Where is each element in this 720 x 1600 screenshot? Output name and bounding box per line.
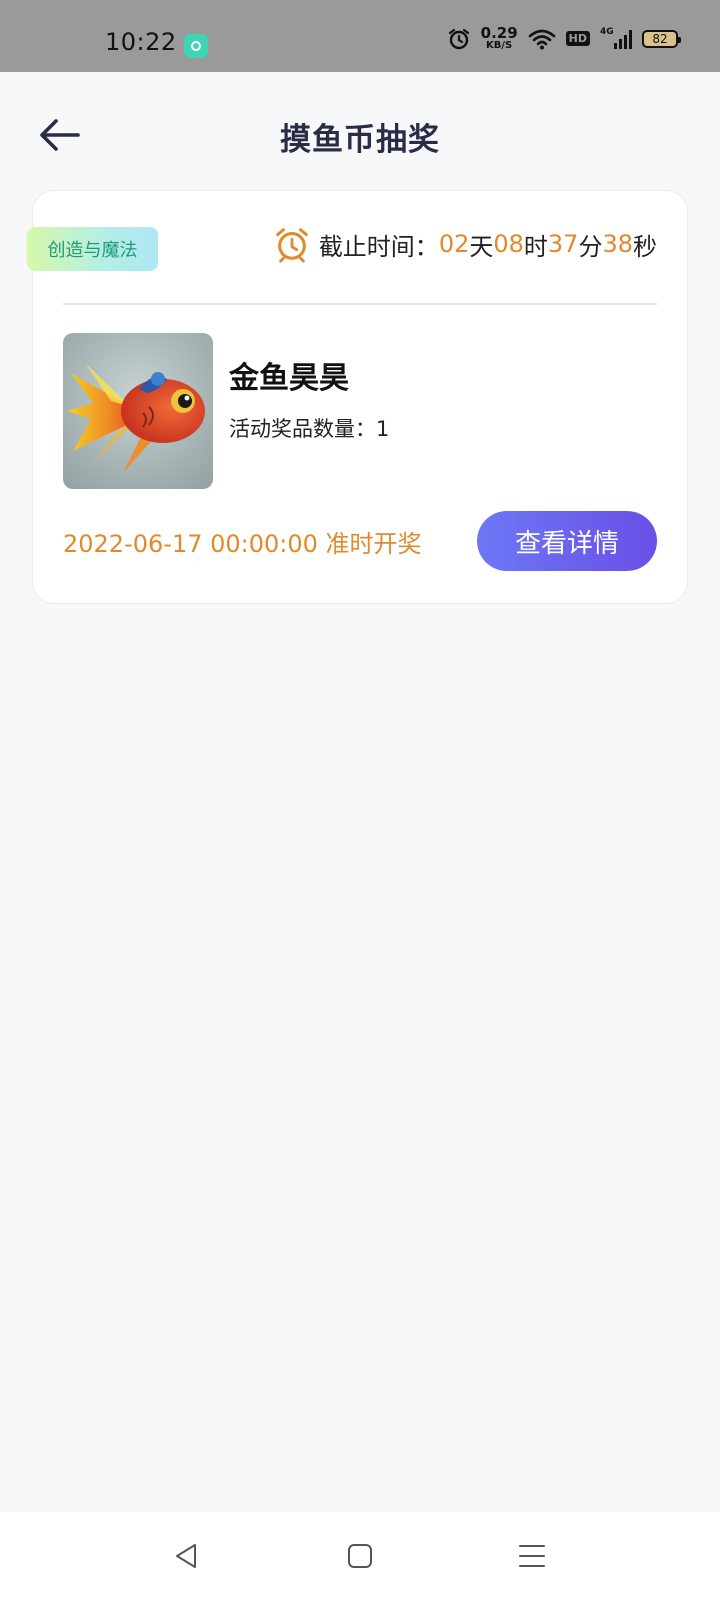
triangle-back-icon (176, 1544, 196, 1568)
goldfish-illustration (63, 333, 213, 489)
divider (63, 303, 657, 305)
deadline-minutes: 37 (547, 230, 579, 258)
deadline-seconds-unit: 秒 (633, 232, 657, 261)
prize-image[interactable] (63, 333, 213, 489)
nav-menu-button[interactable] (512, 1540, 552, 1572)
alarm-clock-icon (276, 228, 308, 263)
draw-time: 2022-06-17 00:00:00 准时开奖 (63, 530, 422, 558)
deadline-days: 02 (438, 230, 470, 258)
status-time: 10:22 (105, 28, 177, 56)
alarm-icon (448, 28, 469, 49)
hd-icon: HD (565, 31, 590, 46)
nav-home-button[interactable] (340, 1540, 380, 1572)
deadline-seconds: 38 (602, 230, 633, 258)
page-title: 摸鱼币抽奖 (280, 122, 440, 158)
deadline-minutes-unit: 分 (578, 232, 603, 261)
nav-back-button[interactable] (166, 1540, 206, 1572)
status-icons: 0.29 KB/S HD 4G 82 (447, 26, 681, 51)
network-type-label: 4G (600, 26, 614, 37)
deadline-hours: 08 (493, 230, 524, 258)
battery-level: 82 (652, 31, 668, 46)
header: 摸鱼币抽奖 (0, 72, 720, 192)
app-notification-icon (184, 34, 208, 58)
view-details-button[interactable]: 查看详情 (477, 511, 657, 571)
signal-icon: 4G (600, 26, 632, 49)
system-nav-bar (0, 1512, 720, 1600)
lottery-card[interactable]: 创造与魔法 截止时间： 02 天 08 时 37 分 38 秒 金鱼昊昊 活动奖… (27, 190, 688, 604)
deadline-label: 截止时间： (318, 232, 439, 261)
deadline-hours-unit: 时 (523, 232, 548, 261)
prize-count: 活动奖品数量：1 (229, 417, 390, 441)
net-speed-unit: KB/S (486, 40, 513, 51)
category-tag: 创造与魔法 (27, 227, 158, 271)
deadline-countdown: 截止时间： 02 天 08 时 37 分 38 秒 (273, 225, 657, 263)
battery-icon: 82 (642, 29, 681, 48)
status-bar: 10:22 0.29 KB/S HD 4G 82 (0, 0, 720, 72)
net-speed-value: 0.29 (480, 24, 518, 42)
net-speed: 0.29 KB/S (481, 26, 518, 51)
wifi-icon (528, 29, 555, 49)
three-line-menu-icon (519, 1545, 545, 1567)
deadline-days-unit: 天 (469, 232, 494, 261)
prize-name: 金鱼昊昊 (229, 361, 349, 396)
square-home-icon (348, 1544, 372, 1568)
